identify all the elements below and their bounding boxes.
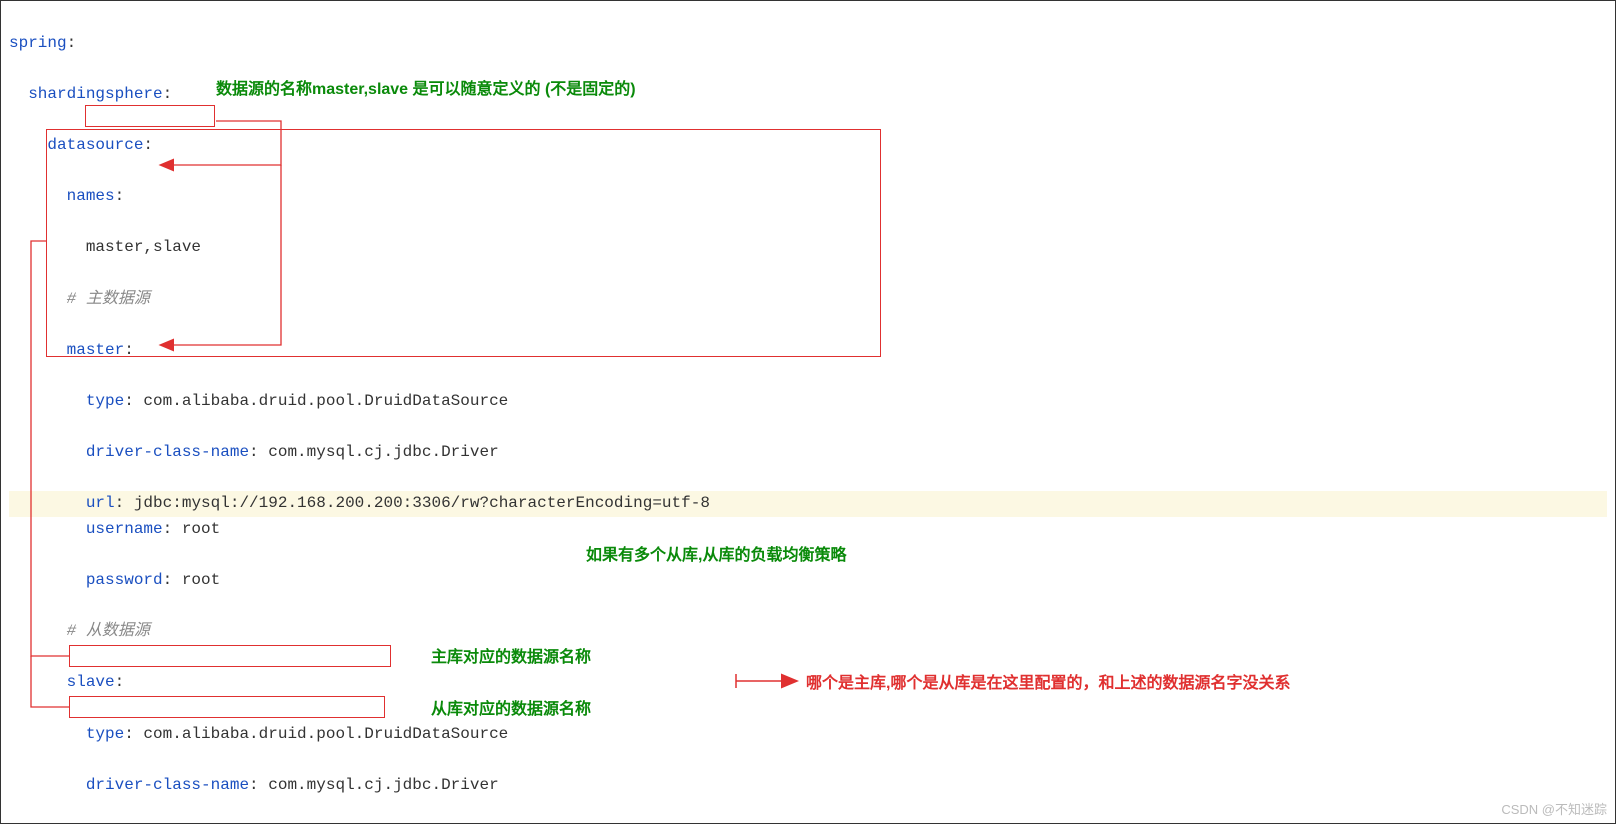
- key-driver: driver-class-name: [86, 443, 249, 461]
- annotation-names: 数据源的名称master,slave 是可以随意定义的 (不是固定的): [216, 77, 636, 103]
- annotation-which: 哪个是主库,哪个是从库是在这里配置的，和上述的数据源名字没关系: [806, 671, 1290, 697]
- key-names: names: [67, 187, 115, 205]
- key-shardingsphere: shardingsphere: [28, 85, 162, 103]
- key-password: password: [86, 571, 163, 589]
- annotation-mdsn: 主库对应的数据源名称: [431, 645, 591, 671]
- code-block: spring: shardingsphere: datasource: name…: [0, 0, 1616, 824]
- comment-slave-src: # 从数据源: [67, 622, 150, 640]
- key-type: type: [86, 392, 124, 410]
- key-datasource: datasource: [47, 136, 143, 154]
- key-username: username: [86, 520, 163, 538]
- key-slave: slave: [67, 673, 115, 691]
- yaml-config: spring: shardingsphere: datasource: name…: [9, 5, 1607, 824]
- annotation-sdsn: 从库对应的数据源名称: [431, 697, 591, 723]
- watermark: CSDN @不知迷踪: [1501, 800, 1607, 821]
- annotation-lb: 如果有多个从库,从库的负载均衡策略: [586, 543, 846, 569]
- key-master: master: [67, 341, 125, 359]
- key-url-master: url: [86, 494, 115, 512]
- value-names: master,slave: [86, 238, 201, 256]
- comment-master-src: # 主数据源: [67, 290, 150, 308]
- key-spring: spring: [9, 34, 67, 52]
